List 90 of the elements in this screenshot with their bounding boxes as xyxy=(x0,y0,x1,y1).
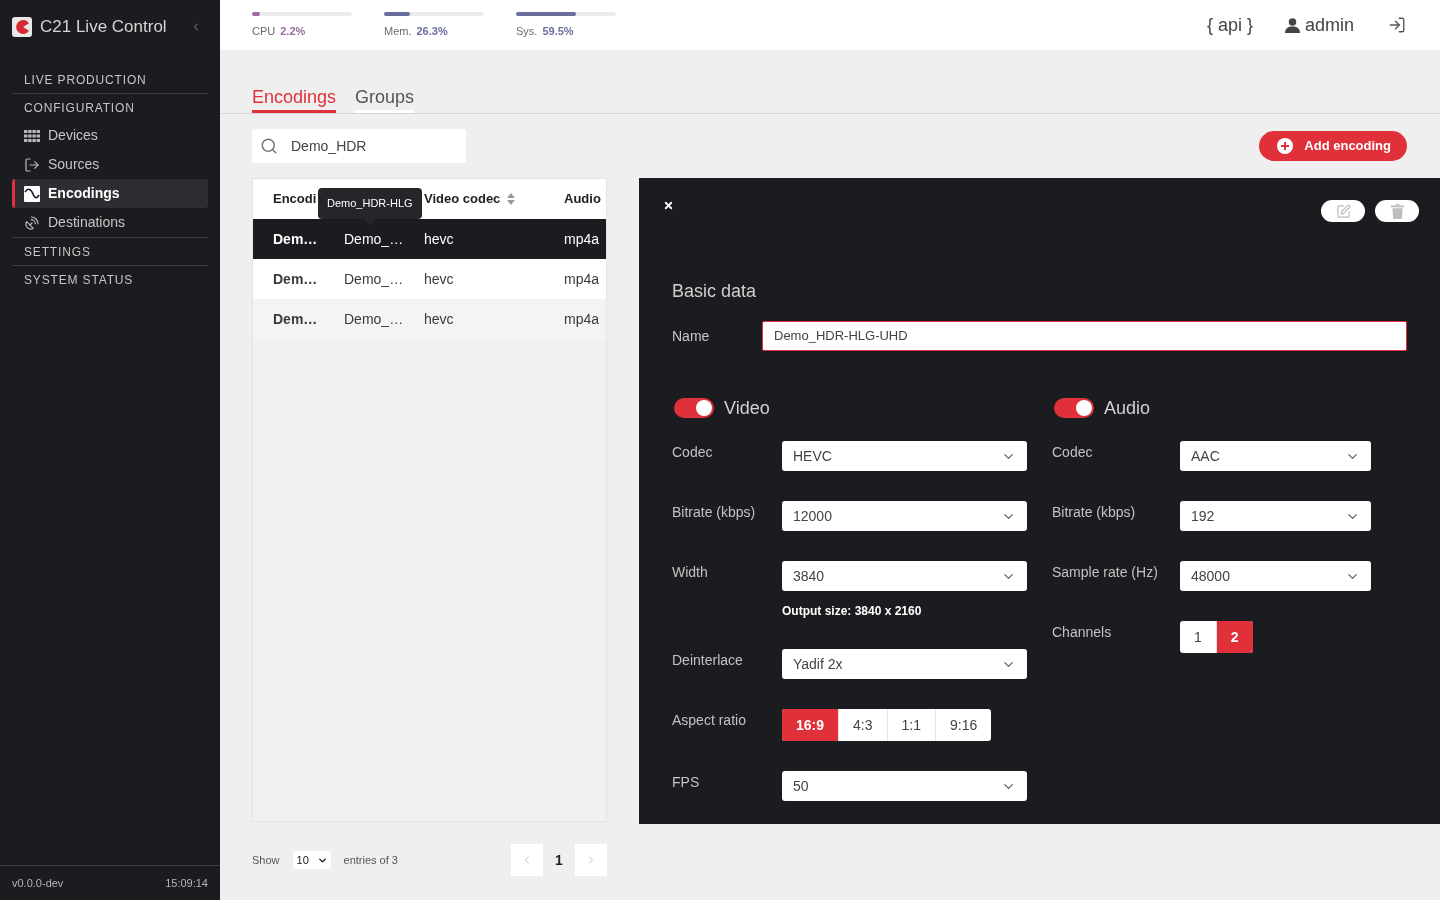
segment-button[interactable]: 4:3 xyxy=(838,709,887,741)
table-cell: Dem… xyxy=(273,231,318,247)
field-label: Bitrate (kbps) xyxy=(672,504,756,520)
name-input[interactable]: Demo_HDR-HLG-UHD xyxy=(762,321,1407,351)
satellite-dish-icon xyxy=(24,214,40,231)
meter-reading: 2.2% xyxy=(280,24,306,38)
nav-section[interactable]: CONFIGURATION xyxy=(24,98,135,117)
dropdown[interactable]: 12000 xyxy=(782,501,1027,531)
tab[interactable]: Groups xyxy=(355,86,415,113)
version-label: v0.0.0-dev xyxy=(12,875,64,891)
table-cell: mp4a xyxy=(564,271,600,287)
field-label: Sample rate (Hz) xyxy=(1052,564,1158,580)
pencil-icon xyxy=(1335,203,1351,219)
toggle-switch[interactable] xyxy=(674,398,714,418)
search-icon xyxy=(260,137,278,155)
nav-section[interactable]: LIVE PRODUCTION xyxy=(24,70,147,89)
field-label: Codec xyxy=(1052,444,1093,460)
table-cell: Demo_… xyxy=(344,271,404,287)
dropdown[interactable]: 192 xyxy=(1180,501,1371,531)
table-cell: Demo_… xyxy=(344,311,404,327)
dropdown[interactable]: 48000 xyxy=(1180,561,1371,591)
field-label: Width xyxy=(672,564,708,580)
entries-label: entries of 3 xyxy=(343,852,398,868)
nav-item[interactable]: Encodings xyxy=(12,179,208,208)
column-header[interactable]: Audio xyxy=(564,189,601,209)
dropdown[interactable]: AAC xyxy=(1180,441,1371,471)
meter-label: CPU xyxy=(252,24,276,38)
table-cell: hevc xyxy=(424,311,454,327)
api-link[interactable]: { api } xyxy=(1206,11,1253,39)
dropdown[interactable]: Yadif 2x xyxy=(782,649,1027,679)
table-cell: mp4a xyxy=(564,311,600,327)
add-encoding-button[interactable]: Add encoding xyxy=(1259,131,1407,161)
table-cell: mp4a xyxy=(564,231,600,247)
nav-item[interactable]: Sources xyxy=(12,150,208,179)
segment-button[interactable]: 2 xyxy=(1215,621,1253,653)
segment-button[interactable]: 1 xyxy=(1180,621,1216,653)
section-title: Video xyxy=(724,396,770,420)
plus-circle-icon xyxy=(1277,138,1294,154)
table-cell: hevc xyxy=(424,271,454,287)
logo-icon xyxy=(12,17,32,37)
app-title: C21 Live Control xyxy=(40,16,167,39)
enter-arrow-icon[interactable] xyxy=(1388,16,1406,34)
user-menu[interactable]: admin xyxy=(1284,11,1354,39)
delete-button[interactable] xyxy=(1375,200,1419,222)
field-label: Channels xyxy=(1052,624,1112,640)
table-row[interactable]: Dem… Demo_… hevc mp4a xyxy=(253,219,606,259)
clock-time: 15:09:14 xyxy=(165,875,208,891)
segment-button[interactable]: 1:1 xyxy=(886,709,935,741)
rack-icon xyxy=(24,129,40,142)
segment-button[interactable]: 16:9 xyxy=(782,709,839,741)
table-cell: hevc xyxy=(424,231,454,247)
edit-button[interactable] xyxy=(1321,200,1365,222)
table-cell: Dem… xyxy=(273,311,318,327)
close-icon[interactable] xyxy=(663,200,674,211)
page-size-select[interactable]: 10 xyxy=(292,851,331,869)
page-button[interactable]: 1 xyxy=(543,844,575,876)
nav-section[interactable]: SETTINGS xyxy=(24,242,91,261)
nav-item[interactable]: Devices xyxy=(12,121,208,150)
tooltip: Demo_HDR-HLG xyxy=(318,188,422,225)
column-header[interactable]: Encodi xyxy=(273,189,317,209)
field-label: Codec xyxy=(672,444,713,460)
field-label: Bitrate (kbps) xyxy=(1052,504,1136,520)
table-row[interactable]: Dem… Demo_… hevc mp4a xyxy=(253,259,606,299)
dropdown[interactable]: HEVC xyxy=(782,441,1027,471)
wave-icon xyxy=(24,185,40,202)
show-label: Show xyxy=(252,852,280,868)
dropdown[interactable]: 50 xyxy=(782,771,1027,801)
meter-reading: 26.3% xyxy=(416,24,448,38)
nav-item[interactable]: Destinations xyxy=(12,208,208,237)
toggle-switch[interactable] xyxy=(1054,398,1094,418)
section-title: Audio xyxy=(1104,396,1151,420)
meter-label: Mem. xyxy=(384,24,412,38)
meter-label: Sys. xyxy=(516,24,538,38)
tab[interactable]: Encodings xyxy=(252,86,337,113)
field-label: FPS xyxy=(672,774,700,790)
field-label: Aspect ratio xyxy=(672,712,746,728)
field-label: Name xyxy=(672,328,710,344)
column-header[interactable]: Video codec xyxy=(424,189,516,209)
meter-reading: 59.5% xyxy=(542,24,574,38)
segment-button[interactable]: 9:16 xyxy=(934,709,992,741)
field-label: Deinterlace xyxy=(672,652,743,668)
nav-section[interactable]: SYSTEM STATUS xyxy=(24,270,134,289)
trash-icon xyxy=(1390,203,1404,219)
table-cell: Dem… xyxy=(273,271,318,287)
dropdown[interactable]: 3840 xyxy=(782,561,1027,591)
output-size-note: Output size: 3840 x 2160 xyxy=(782,603,922,619)
user-icon xyxy=(1284,17,1300,33)
section-heading: Basic data xyxy=(672,281,757,301)
table-cell: Demo_… xyxy=(344,231,404,247)
search-field[interactable]: Demo_HDR xyxy=(252,129,466,163)
